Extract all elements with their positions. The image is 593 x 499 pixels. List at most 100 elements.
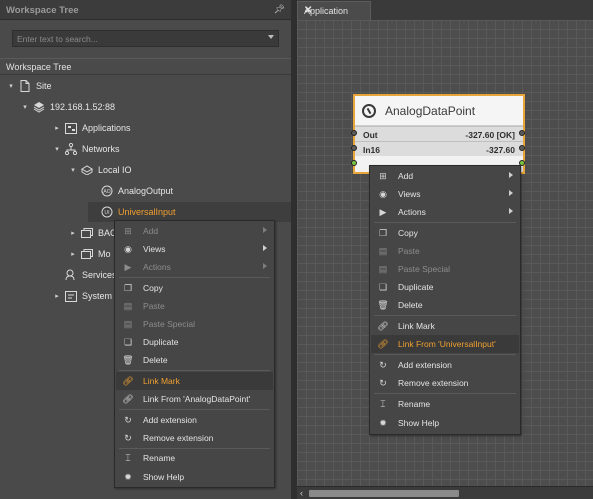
menu-item-duplicate[interactable]: ❏ Duplicate (116, 333, 273, 351)
tree-item-system[interactable]: ▸ System (52, 286, 112, 306)
link-icon: 🔗︎ (122, 375, 134, 386)
menu-item-paste[interactable]: ▤ Paste (116, 297, 273, 315)
menu-item-paste-special[interactable]: ▤ Paste Special (116, 315, 273, 333)
menu-item-remove-extension[interactable]: ↻ Remove extension (371, 374, 519, 392)
menu-separator (374, 222, 516, 223)
expand-arrow-icon[interactable]: ▸ (68, 250, 78, 258)
menu-separator (374, 315, 516, 316)
chevron-down-icon[interactable] (268, 35, 274, 39)
horizontal-scrollbar[interactable]: ‹ (297, 486, 593, 499)
search-box[interactable] (12, 30, 279, 47)
slot-pin-icon[interactable] (351, 145, 357, 151)
analog-data-point-block[interactable]: AnalogDataPoint Out -327.60 [OK] In16 -3… (353, 94, 525, 174)
tree-item-networks[interactable]: ▾ Networks (52, 139, 120, 159)
tree-header-label: Workspace Tree (6, 62, 72, 72)
slot-name: Out (363, 130, 378, 140)
menu-separator (119, 409, 270, 410)
duplicate-icon: ❏ (378, 281, 388, 292)
tree-item-analog-output[interactable]: AO AnalogOutput (88, 181, 173, 201)
menu-separator (374, 393, 516, 394)
menu-item-link-mark[interactable]: 🔗︎ Link Mark (116, 372, 273, 390)
pin-icon[interactable]: 📌︎ (274, 4, 285, 15)
menu-item-actions[interactable]: ▶ Actions (116, 258, 273, 276)
menu-item-add-extension[interactable]: ↻ Add extension (116, 411, 273, 429)
menu-item-duplicate[interactable]: ❏ Duplicate (371, 278, 519, 296)
tree-item-label: System (82, 291, 113, 301)
slot-in16[interactable]: In16 -327.60 (355, 141, 523, 156)
expand-arrow-icon[interactable]: ▾ (68, 166, 78, 174)
delete-icon: 🗑︎ (377, 299, 389, 310)
tree-item-site[interactable]: ▾ Site (6, 76, 52, 96)
copy-icon: ❐ (123, 282, 133, 293)
block-header: AnalogDataPoint (355, 96, 523, 126)
tree-item-services[interactable]: Services (52, 265, 117, 285)
expand-arrow-icon[interactable]: ▾ (6, 82, 16, 90)
menu-item-show-help[interactable]: ✹ Show Help (116, 468, 273, 486)
scroll-left-icon[interactable]: ‹ (300, 488, 303, 498)
server-icon (32, 101, 46, 113)
slot-pin-icon[interactable] (351, 130, 357, 136)
tree-item-local-io[interactable]: ▾ Local IO (68, 160, 132, 180)
menu-item-copy[interactable]: ❐ Copy (371, 224, 519, 242)
services-icon (64, 269, 78, 281)
tree-item-server[interactable]: ▾ 192.168.1.52:88 (20, 97, 115, 117)
menu-separator (119, 277, 270, 278)
rename-icon: ⌶ (380, 398, 386, 409)
paste-icon: ▤ (123, 300, 133, 311)
remove-extension-icon: ↻ (124, 432, 132, 443)
menu-item-add[interactable]: ⊞ Add (371, 167, 519, 185)
expand-arrow-icon[interactable]: ▾ (52, 145, 62, 153)
paste-special-icon: ▤ (378, 263, 388, 274)
delete-icon: 🗑︎ (122, 354, 134, 365)
menu-item-add[interactable]: ⊞ Add (116, 222, 273, 240)
tree-item-bacnet[interactable]: ▸ BAC (68, 223, 117, 243)
tree-context-menu: ⊞ Add ◉ Views ▶ Actions ❐ Copy ▤ Paste ▤ Paste… (114, 220, 275, 488)
modbus-icon (80, 248, 94, 260)
add-icon: ⊞ (379, 170, 387, 181)
submenu-arrow-icon (509, 208, 513, 214)
rename-icon: ⌶ (125, 452, 131, 463)
submenu-arrow-icon (263, 245, 267, 251)
search-input[interactable] (17, 33, 257, 45)
menu-item-show-help[interactable]: ✹ Show Help (371, 414, 519, 432)
menu-item-copy[interactable]: ❐ Copy (116, 279, 273, 297)
close-icon[interactable]: ✕ (304, 5, 365, 16)
slot-pin-icon[interactable] (519, 130, 525, 136)
menu-item-rename[interactable]: ⌶ Rename (371, 395, 519, 413)
expand-arrow-icon[interactable]: ▸ (52, 292, 62, 300)
menu-item-views[interactable]: ◉ Views (371, 185, 519, 203)
tree-item-modbus[interactable]: ▸ Mo (68, 244, 111, 264)
help-icon: ✹ (124, 471, 132, 482)
submenu-arrow-icon (509, 190, 513, 196)
slot-value: -327.60 [OK] (465, 130, 515, 140)
scrollbar-thumb[interactable] (309, 490, 459, 497)
expand-arrow-icon[interactable]: ▾ (20, 103, 30, 111)
menu-item-add-extension[interactable]: ↻ Add extension (371, 356, 519, 374)
menu-item-link-from[interactable]: 🔗︎ Link From 'UniversalInput' (371, 335, 519, 353)
slot-value: -327.60 (486, 145, 515, 155)
tree-item-universal-input[interactable]: UI UniversalInput (88, 202, 291, 222)
slot-pin-icon[interactable] (519, 145, 525, 151)
tree-item-label: 192.168.1.52:88 (50, 102, 116, 112)
expand-arrow-icon[interactable]: ▸ (52, 124, 62, 132)
submenu-arrow-icon (263, 263, 267, 269)
menu-item-link-mark[interactable]: 🔗︎ Link Mark (371, 317, 519, 335)
menu-item-rename[interactable]: ⌶ Rename (116, 449, 273, 467)
analog-output-icon: AO (100, 185, 114, 197)
tree-item-label: Services (82, 270, 117, 280)
tab-application[interactable]: Application ✕ (297, 1, 371, 20)
menu-item-paste[interactable]: ▤ Paste (371, 242, 519, 260)
menu-item-paste-special[interactable]: ▤ Paste Special (371, 260, 519, 278)
tree-item-label: AnalogOutput (118, 186, 174, 196)
menu-item-remove-extension[interactable]: ↻ Remove extension (116, 429, 273, 447)
menu-item-delete[interactable]: 🗑︎ Delete (116, 351, 273, 369)
menu-item-views[interactable]: ◉ Views (116, 240, 273, 258)
tree-item-applications[interactable]: ▸ Applications (52, 118, 131, 138)
slot-out[interactable]: Out -327.60 [OK] (355, 126, 523, 141)
menu-item-delete[interactable]: 🗑︎ Delete (371, 296, 519, 314)
expand-arrow-icon[interactable]: ▸ (68, 229, 78, 237)
menu-item-actions[interactable]: ▶ Actions (371, 203, 519, 221)
actions-icon: ▶ (379, 206, 387, 217)
menu-item-link-from[interactable]: 🔗︎ Link From 'AnalogDataPoint' (116, 390, 273, 408)
slot-pin-icon[interactable] (351, 160, 357, 166)
